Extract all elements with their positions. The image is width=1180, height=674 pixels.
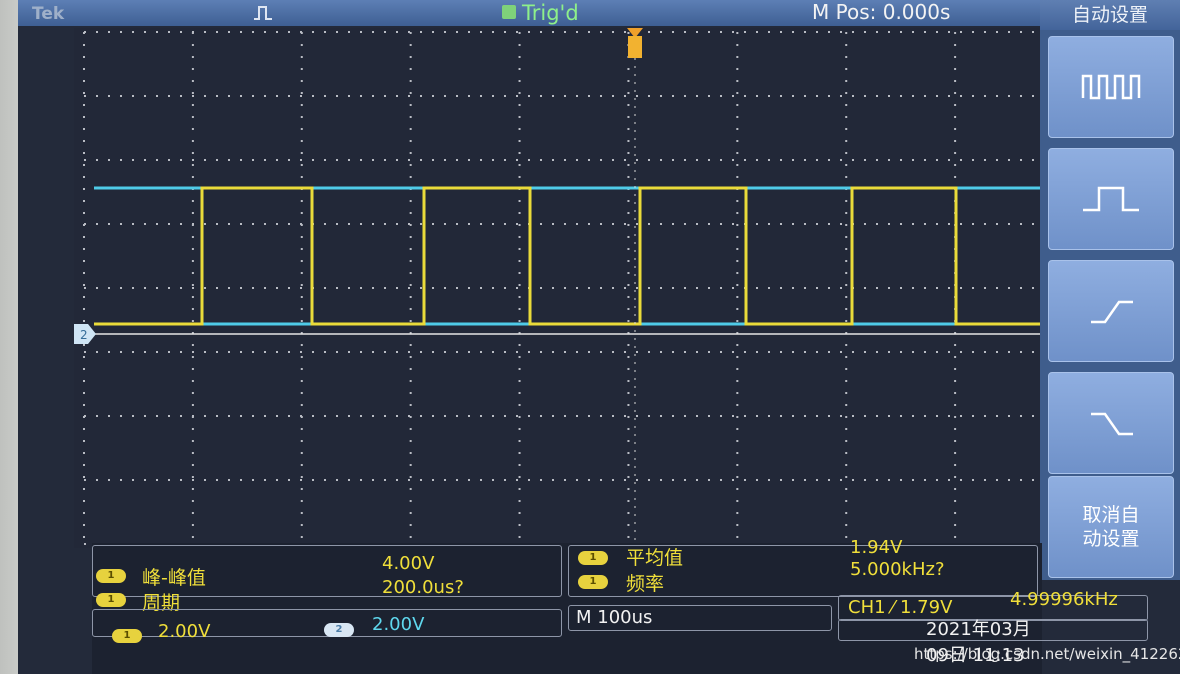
single-cycle-square-icon — [1083, 186, 1139, 212]
oscilloscope-screen: Tek Trig'd M Pos: 0.000s 2 自动设置 取消自 动设置 … — [18, 0, 1180, 674]
autoset-menu: 自动设置 取消自 动设置 — [1040, 0, 1180, 580]
menu-title: 自动设置 — [1040, 0, 1180, 30]
horizontal-position: M Pos: 0.000s — [812, 0, 951, 24]
timebase[interactable]: M 100us — [576, 607, 652, 628]
falling-edge-icon — [1091, 412, 1133, 436]
ch2-scale[interactable]: 2.00V — [372, 614, 424, 635]
trigger-icon — [502, 5, 516, 19]
multi-cycle-square-icon — [1081, 74, 1141, 100]
cancel-autoset-button[interactable]: 取消自 动设置 — [1048, 476, 1174, 578]
multi-cycle-button[interactable] — [1048, 36, 1174, 138]
meas-3-label: 平均值 — [626, 547, 684, 569]
trigger-status: Trig'd — [502, 1, 579, 25]
meas-1-channel-badge: 1 — [96, 569, 126, 583]
measurement-panel: 1 峰-峰值 4.00V 1 周期 200.0us? 1 平均值 1.94V 1… — [92, 537, 1148, 674]
falling-edge-button[interactable] — [1048, 372, 1174, 474]
trigger-status-text: Trig'd — [522, 1, 579, 25]
meas-4-channel-badge: 1 — [578, 575, 608, 589]
rising-edge-button[interactable] — [1048, 260, 1174, 362]
ch1-scale-badge: 1 — [112, 629, 142, 643]
acquisition-pulse-icon — [254, 6, 272, 20]
rising-edge-icon — [1091, 300, 1133, 324]
brand-logo: Tek — [32, 4, 65, 24]
meas-2-channel-badge: 1 — [96, 593, 126, 607]
waveform-display: 2 — [74, 28, 1074, 548]
meas-1-label: 峰-峰值 — [142, 567, 206, 589]
meas-3-value: 1.94V — [850, 537, 903, 558]
meas-3-channel-badge: 1 — [578, 551, 608, 565]
meas-4-label: 频率 — [626, 573, 665, 595]
meas-2-value: 200.0us? — [382, 577, 464, 598]
meas-1-value: 4.00V — [382, 553, 435, 574]
watermark: https://blog.csdn.net/weixin_41226265 — [914, 645, 1180, 663]
status-bar: Tek Trig'd M Pos: 0.000s — [18, 0, 1048, 26]
trigger-frequency: 4.99996kHz — [1010, 589, 1118, 610]
ch2-marker-label: 2 — [80, 328, 88, 342]
ch1-scale[interactable]: 2.00V — [158, 621, 210, 642]
single-cycle-button[interactable] — [1048, 148, 1174, 250]
meas-4-value: 5.000kHz? — [850, 559, 945, 580]
ch2-scale-badge: 2 — [324, 623, 354, 637]
